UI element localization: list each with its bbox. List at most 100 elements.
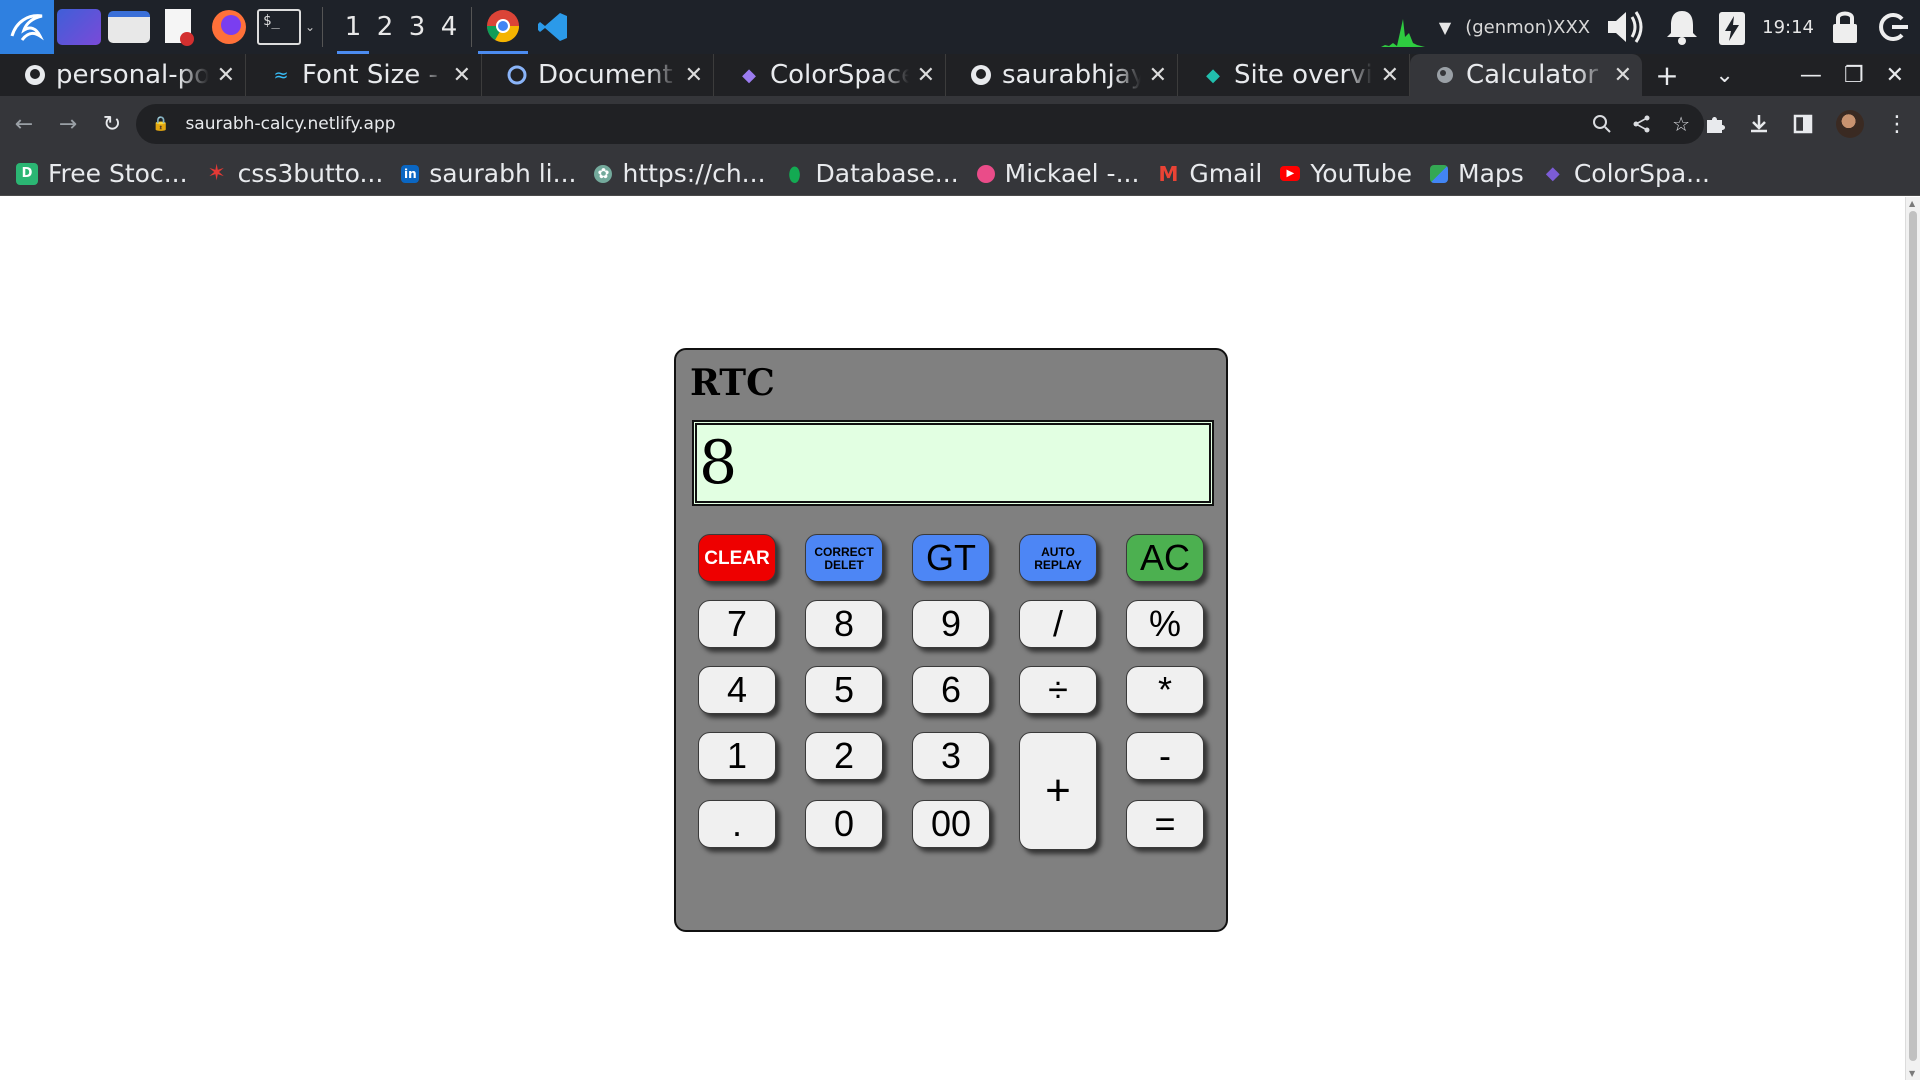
close-window-icon[interactable]: ✕ <box>1886 63 1904 88</box>
key-3[interactable]: 3 <box>912 732 990 780</box>
clear-button[interactable]: CLEAR <box>698 534 776 582</box>
vscode-icon[interactable] <box>528 0 578 54</box>
restore-icon[interactable]: ❐ <box>1844 63 1864 88</box>
close-icon[interactable]: ✕ <box>1149 63 1167 88</box>
star-bookmark-icon[interactable]: ☆ <box>1672 112 1690 136</box>
file-manager-icon[interactable] <box>104 0 154 54</box>
bookmark-chatgpt[interactable]: ✿ https://ch... <box>594 159 766 188</box>
close-icon[interactable]: ✕ <box>453 63 471 88</box>
multiply-button[interactable]: * <box>1126 666 1204 714</box>
github-icon <box>970 64 992 86</box>
tab-calculator[interactable]: Calculator ✕ <box>1410 54 1642 96</box>
tab-search-icon[interactable]: ⌄ <box>1715 63 1733 88</box>
zoom-icon[interactable] <box>1592 114 1612 134</box>
clock[interactable]: 19:14 <box>1762 17 1814 38</box>
side-panel-icon[interactable] <box>1792 113 1814 135</box>
colorspace-icon: ◆ <box>742 64 756 86</box>
bookmark-youtube[interactable]: ▶ YouTube <box>1280 159 1412 188</box>
tab-site-overview[interactable]: ◆ Site overview ✕ <box>1178 54 1410 96</box>
minimize-icon[interactable]: — <box>1800 63 1822 88</box>
key-2[interactable]: 2 <box>805 732 883 780</box>
close-icon[interactable]: ✕ <box>917 63 935 88</box>
logout-icon[interactable] <box>1876 7 1910 47</box>
bookmark-gmail[interactable]: M Gmail <box>1157 159 1262 188</box>
tailwind-icon: ≈ <box>273 64 289 86</box>
minus-button[interactable]: - <box>1126 732 1204 780</box>
volume-icon[interactable] <box>1604 7 1648 47</box>
reload-icon[interactable]: ↻ <box>92 104 132 144</box>
percent-button[interactable]: % <box>1126 600 1204 648</box>
lock-icon[interactable] <box>1828 7 1862 47</box>
ac-button[interactable]: AC <box>1126 534 1204 582</box>
tab-font-size[interactable]: ≈ Font Size - Tailwind CSS ✕ <box>246 54 482 96</box>
decimal-button[interactable]: . <box>698 800 776 848</box>
scroll-down-icon[interactable]: ▼ <box>1909 1069 1915 1078</box>
battery-charging-icon[interactable] <box>1716 7 1748 47</box>
correct-delete-button[interactable]: CORRECT DELET <box>805 534 883 582</box>
new-tab-button[interactable]: + <box>1642 54 1692 96</box>
back-icon[interactable]: ← <box>4 104 44 144</box>
system-tray: ▼ (genmon)XXX 19:14 <box>1380 0 1920 54</box>
extensions-icon[interactable] <box>1704 113 1726 135</box>
browser-tab-strip: personal-portfolio ✕ ≈ Font Size - Tailw… <box>0 54 1920 96</box>
workspace-4[interactable]: 4 <box>433 0 465 54</box>
key-6[interactable]: 6 <box>912 666 990 714</box>
scrollbar-thumb[interactable] <box>1909 211 1917 1061</box>
gt-button[interactable]: GT <box>912 534 990 582</box>
wifi-icon[interactable]: ▼ <box>1439 18 1451 37</box>
lock-icon[interactable]: 🔒 <box>152 116 169 132</box>
url-text[interactable]: saurabh-calcy.netlify.app <box>185 114 395 134</box>
bookmark-linkedin[interactable]: in saurabh li... <box>401 159 576 188</box>
key-1[interactable]: 1 <box>698 732 776 780</box>
key-4[interactable]: 4 <box>698 666 776 714</box>
bookmark-database[interactable]: ⬮ Database... <box>784 159 959 188</box>
key-9[interactable]: 9 <box>912 600 990 648</box>
taskbar-divider <box>322 7 323 47</box>
bookmark-label: Database... <box>815 159 959 188</box>
address-bar[interactable]: 🔒 saurabh-calcy.netlify.app ☆ <box>136 104 1704 144</box>
firefox-icon[interactable] <box>204 0 254 54</box>
equals-button[interactable]: = <box>1126 800 1204 848</box>
auto-replay-button[interactable]: AUTO REPLAY <box>1019 534 1097 582</box>
slash-button[interactable]: / <box>1019 600 1097 648</box>
bookmark-maps[interactable]: Maps <box>1430 159 1524 188</box>
bookmark-colorspace[interactable]: ◆ ColorSpa... <box>1542 159 1710 188</box>
download-icon[interactable] <box>1748 113 1770 135</box>
close-icon[interactable]: ✕ <box>685 63 703 88</box>
key-00[interactable]: 00 <box>912 800 990 848</box>
close-icon[interactable]: ✕ <box>1614 63 1632 88</box>
bell-icon[interactable] <box>1662 7 1702 47</box>
bookmark-mickael[interactable]: Mickael -... <box>976 159 1139 188</box>
key-5[interactable]: 5 <box>805 666 883 714</box>
kebab-menu-icon[interactable]: ⋮ <box>1886 112 1908 137</box>
workspace-1[interactable]: 1 <box>337 0 369 54</box>
globe-icon <box>1434 64 1456 86</box>
divide-button[interactable]: ÷ <box>1019 666 1097 714</box>
desktop-switcher-icon[interactable] <box>54 0 104 54</box>
scroll-up-icon[interactable]: ▲ <box>1909 199 1915 208</box>
close-icon[interactable]: ✕ <box>1381 63 1399 88</box>
bookmark-free-stock[interactable]: D Free Stoc... <box>16 159 188 188</box>
vertical-scrollbar[interactable]: ▲ ▼ <box>1905 197 1920 1080</box>
key-0[interactable]: 0 <box>805 800 883 848</box>
key-7[interactable]: 7 <box>698 600 776 648</box>
chrome-taskbar-icon[interactable] <box>478 0 528 54</box>
kali-menu-icon[interactable] <box>0 0 54 54</box>
forward-icon[interactable]: → <box>48 104 88 144</box>
omnibox-actions: ☆ <box>1592 104 1690 144</box>
tab-colorspace[interactable]: ◆ ColorSpace - Color Palettes ✕ <box>714 54 946 96</box>
workspace-2[interactable]: 2 <box>369 0 401 54</box>
terminal-icon[interactable]: $_ <box>254 0 304 54</box>
tab-personal-portfolio[interactable]: personal-portfolio ✕ <box>0 54 246 96</box>
tab-saurabhjaykar[interactable]: saurabhjaykar ✕ <box>946 54 1178 96</box>
plus-button[interactable]: + <box>1019 732 1097 850</box>
text-editor-icon[interactable] <box>154 0 204 54</box>
chevron-down-icon[interactable]: ⌄ <box>304 0 316 54</box>
avatar[interactable] <box>1836 110 1864 138</box>
workspace-3[interactable]: 3 <box>401 0 433 54</box>
close-icon[interactable]: ✕ <box>217 63 235 88</box>
bookmark-css3buttons[interactable]: ✶ css3butto... <box>206 159 383 188</box>
key-8[interactable]: 8 <box>805 600 883 648</box>
tab-document[interactable]: Document ✕ <box>482 54 714 96</box>
share-icon[interactable] <box>1632 114 1652 134</box>
